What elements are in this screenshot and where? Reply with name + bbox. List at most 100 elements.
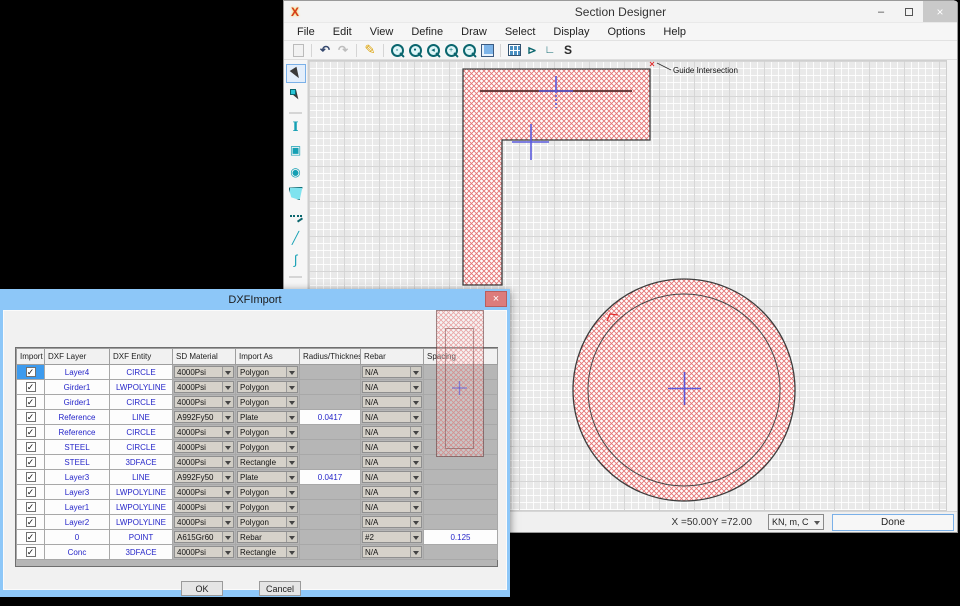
radius-thickness-cell[interactable] [300,425,361,440]
rebar-dropdown[interactable]: N/A [362,441,422,453]
import-checkbox[interactable] [26,427,36,437]
draw-tool-icon[interactable] [286,206,306,225]
import-checkbox[interactable] [26,367,36,377]
import-cell[interactable] [17,515,45,530]
toolbar-icon[interactable] [383,44,384,57]
import-cell[interactable] [17,455,45,470]
toolbar-icon[interactable]: ↷ [334,42,352,58]
import-as-dropdown[interactable]: Plate [237,471,298,483]
units-dropdown[interactable]: KN, m, C [768,514,824,530]
radius-thickness-cell[interactable] [300,455,361,470]
radius-thickness-cell[interactable] [300,440,361,455]
toolbar-icon[interactable] [500,44,501,57]
spacing-cell[interactable] [424,410,498,425]
import-as-dropdown[interactable]: Rectangle [237,546,298,558]
import-checkbox[interactable] [26,397,36,407]
import-cell[interactable] [17,530,45,545]
rebar-dropdown[interactable]: N/A [362,486,422,498]
sd-material-dropdown[interactable]: 4000Psi [174,366,234,378]
import-cell[interactable] [17,380,45,395]
toolbar-icon[interactable] [478,42,496,58]
spacing-cell[interactable] [424,440,498,455]
draw-tool-icon[interactable]: ∫ [286,250,306,269]
import-checkbox[interactable] [26,502,36,512]
menu-item[interactable]: View [361,25,403,39]
rebar-dropdown[interactable]: N/A [362,456,422,468]
import-as-dropdown[interactable]: Polygon [237,366,298,378]
ok-button[interactable]: OK [181,581,223,596]
toolbar-icon[interactable] [442,42,460,58]
rebar-dropdown[interactable]: N/A [362,546,422,558]
draw-tool-icon[interactable] [286,64,306,83]
draw-tool-icon[interactable]: ◉ [286,162,306,181]
menu-item[interactable]: Draw [452,25,496,39]
draw-tool-icon[interactable] [289,112,302,114]
import-as-dropdown[interactable]: Rebar [237,531,298,543]
toolbar-icon[interactable] [406,42,424,58]
draw-tool-icon[interactable] [289,276,302,278]
import-cell[interactable] [17,410,45,425]
menu-item[interactable]: Options [598,25,654,39]
toolbar-icon[interactable] [311,44,312,57]
spacing-cell[interactable] [424,545,498,560]
import-checkbox[interactable] [26,532,36,542]
spacing-cell[interactable] [424,515,498,530]
spacing-cell[interactable] [424,485,498,500]
sd-material-dropdown[interactable]: 4000Psi [174,486,234,498]
toolbar-icon[interactable] [460,42,478,58]
toolbar-icon[interactable] [424,42,442,58]
radius-thickness-cell[interactable]: 0.0417 [300,410,361,425]
spacing-cell[interactable]: 0.125 [424,530,498,545]
import-cell[interactable] [17,500,45,515]
import-as-dropdown[interactable]: Polygon [237,396,298,408]
spacing-cell[interactable] [424,455,498,470]
rebar-dropdown[interactable]: N/A [362,396,422,408]
radius-thickness-cell[interactable] [300,500,361,515]
spacing-cell[interactable] [424,470,498,485]
radius-thickness-cell[interactable] [300,485,361,500]
rebar-dropdown[interactable]: N/A [362,381,422,393]
import-checkbox[interactable] [26,487,36,497]
import-as-dropdown[interactable]: Polygon [237,441,298,453]
sd-material-dropdown[interactable]: 4000Psi [174,381,234,393]
sd-material-dropdown[interactable]: 4000Psi [174,516,234,528]
import-cell[interactable] [17,485,45,500]
import-checkbox[interactable] [26,412,36,422]
rebar-dropdown[interactable]: N/A [362,471,422,483]
import-checkbox[interactable] [26,382,36,392]
radius-thickness-cell[interactable]: 0.0417 [300,470,361,485]
menu-item[interactable]: Help [654,25,695,39]
import-cell[interactable] [17,395,45,410]
draw-tool-icon[interactable] [286,184,306,203]
radius-thickness-cell[interactable] [300,365,361,380]
draw-tool-icon[interactable]: ╱ [286,228,306,247]
import-as-dropdown[interactable]: Polygon [237,381,298,393]
rebar-dropdown[interactable]: N/A [362,426,422,438]
sd-material-dropdown[interactable]: A615Gr60 [174,531,234,543]
import-as-dropdown[interactable]: Plate [237,411,298,423]
dialog-close-button[interactable]: × [485,291,507,307]
rebar-dropdown[interactable]: N/A [362,501,422,513]
import-checkbox[interactable] [26,517,36,527]
toolbar-icon[interactable]: S [559,42,577,58]
rebar-dropdown[interactable]: N/A [362,366,422,378]
sd-material-dropdown[interactable]: 4000Psi [174,546,234,558]
import-cell[interactable] [17,365,45,380]
menu-item[interactable]: File [288,25,324,39]
draw-tool-icon[interactable] [286,86,306,105]
menu-item[interactable]: Select [496,25,545,39]
import-checkbox[interactable] [26,442,36,452]
spacing-cell[interactable] [424,380,498,395]
menu-item[interactable]: Edit [324,25,361,39]
draw-tool-icon[interactable]: I [286,118,306,137]
spacing-cell[interactable] [424,365,498,380]
sd-material-dropdown[interactable]: 4000Psi [174,426,234,438]
spacing-cell[interactable] [424,500,498,515]
sd-material-dropdown[interactable]: A992Fy50 [174,471,234,483]
radius-thickness-cell[interactable] [300,530,361,545]
rebar-dropdown[interactable]: N/A [362,516,422,528]
sd-material-dropdown[interactable]: 4000Psi [174,441,234,453]
radius-thickness-cell[interactable] [300,515,361,530]
spacing-cell[interactable] [424,395,498,410]
import-cell[interactable] [17,440,45,455]
